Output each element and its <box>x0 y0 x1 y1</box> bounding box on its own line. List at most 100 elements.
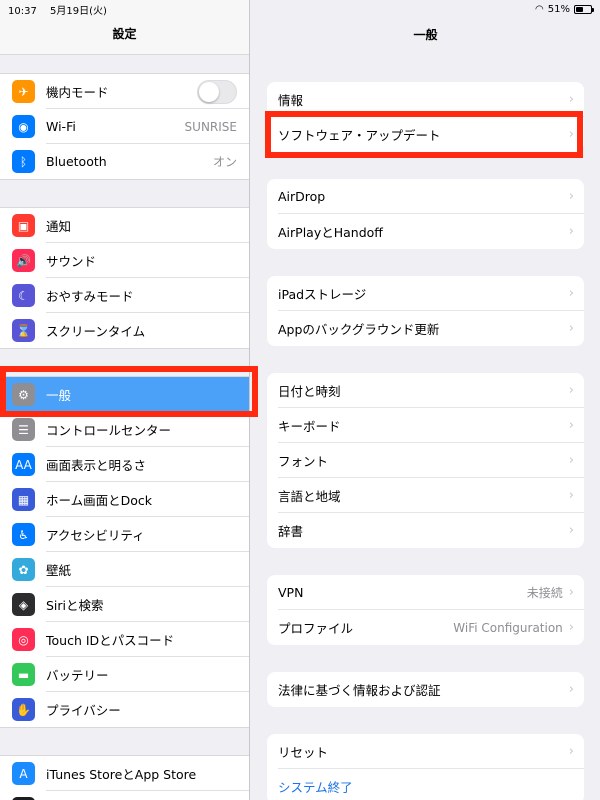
chevron-right-icon: › <box>568 92 574 107</box>
wifi-icon: ◉ <box>12 115 35 138</box>
sidebar-item-label: ホーム画面とDock <box>46 493 153 508</box>
settings-card: リセット › システム終了 <box>267 734 584 800</box>
settings-row[interactable]: 日付と時刻 › <box>267 373 584 408</box>
settings-row[interactable]: 法律に基づく情報および認証 › <box>267 672 584 707</box>
settings-card: 日付と時刻 › キーボード › フォント › 言語と地域 › 辞書 › <box>267 373 584 548</box>
chevron-right-icon: › <box>568 682 574 697</box>
sidebar-item[interactable]: ⚙ 一般 <box>0 377 249 412</box>
sidebar-item[interactable]: AiTunes StoreとApp Store <box>0 756 249 791</box>
chevron-right-icon: › <box>568 286 574 301</box>
battery-status-icon <box>574 4 594 14</box>
settings-row[interactable]: AirDrop › <box>267 179 584 214</box>
settings-row-label: システム終了 <box>278 780 353 795</box>
chevron-right-icon: › <box>568 620 574 635</box>
sidebar-item[interactable]: 🔊 サウンド <box>0 243 249 278</box>
sidebar-item-label: 機内モード <box>46 85 109 100</box>
sound-icon: 🔊 <box>12 249 35 272</box>
settings-card: 法律に基づく情報および認証 › <box>267 672 584 707</box>
settings-row-label: 言語と地域 <box>278 489 341 504</box>
settings-row[interactable]: ソフトウェア・アップデート › <box>267 117 584 152</box>
airplane-mode-toggle[interactable] <box>197 79 237 104</box>
sidebar-item-label: プライバシー <box>46 703 121 718</box>
sidebar-group: ✈ 機内モード ◉ Wi-Fi SUNRISE ᛒ Bluetooth オン <box>0 73 249 180</box>
sidebar-item-value: オン <box>212 155 237 169</box>
settings-row-label: リセット <box>278 745 329 760</box>
settings-row[interactable]: プロファイル WiFi Configuration › <box>267 610 584 645</box>
toggle-knob <box>199 81 219 102</box>
sidebar-item[interactable]: ☰ コントロールセンター <box>0 412 249 447</box>
general-pane: 一般 情報 › ソフトウェア・アップデート › AirDrop › AirPlayとHand… <box>251 0 600 800</box>
sidebar-group: ⚙ 一般 ☰ コントロールセンター AA 画面表示と明るさ ▦ ホーム画面とDock ♿ アクセシ… <box>0 376 249 728</box>
settings-row[interactable]: 情報 › <box>267 82 584 117</box>
sidebar-item-partial[interactable] <box>0 791 249 800</box>
sidebar-item[interactable]: ☾ おやすみモード <box>0 278 249 313</box>
settings-row-label: 日付と時刻 <box>278 384 341 399</box>
moon-icon: ☾ <box>12 284 35 307</box>
sidebar-item[interactable]: ▬ バッテリー <box>0 657 249 692</box>
chevron-right-icon: › <box>568 321 574 336</box>
chevron-right-icon: › <box>568 453 574 468</box>
sidebar-item[interactable]: ⌛ スクリーンタイム <box>0 313 249 348</box>
accessibility-icon: ♿ <box>12 523 35 546</box>
display-icon: AA <box>12 453 35 476</box>
settings-row[interactable]: リセット › <box>267 734 584 769</box>
sidebar-item[interactable]: ✿ 壁紙 <box>0 552 249 587</box>
settings-row-label: 法律に基づく情報および認証 <box>278 683 441 698</box>
sidebar-item-label: Touch IDとパスコード <box>46 633 175 648</box>
sidebar-item[interactable]: ◈ Siriと検索 <box>0 587 249 622</box>
sidebar-group: AiTunes StoreとApp Store <box>0 755 249 800</box>
sidebar-item[interactable]: ᛒ Bluetooth オン <box>0 144 249 179</box>
appstore-icon: A <box>12 762 35 785</box>
settings-row[interactable]: AirPlayとHandoff › <box>267 214 584 249</box>
bluetooth-icon: ᛒ <box>12 150 35 173</box>
airplane-icon: ✈ <box>12 80 35 103</box>
chevron-right-icon: › <box>568 585 574 600</box>
sidebar-item[interactable]: ✋ プライバシー <box>0 692 249 727</box>
sidebar-item-label: 壁紙 <box>46 563 72 578</box>
chevron-right-icon: › <box>568 488 574 503</box>
sidebar-item-label: コントロールセンター <box>46 423 172 438</box>
sidebar-item-label: スクリーンタイム <box>46 324 146 339</box>
siri-icon: ◈ <box>12 593 35 616</box>
chevron-right-icon: › <box>568 383 574 398</box>
sidebar-item[interactable]: AA 画面表示と明るさ <box>0 447 249 482</box>
sidebar-item[interactable]: ▦ ホーム画面とDock <box>0 482 249 517</box>
sidebar-item-label: Siriと検索 <box>46 598 104 613</box>
settings-row[interactable]: 言語と地域 › <box>267 478 584 513</box>
sidebar-item-label: 一般 <box>46 388 72 403</box>
chevron-right-icon: › <box>568 127 574 142</box>
wifi-status-icon: ◠ <box>535 3 544 15</box>
settings-row[interactable]: 辞書 › <box>267 513 584 548</box>
settings-card: iPadストレージ › Appのバックグラウンド更新 › <box>267 276 584 346</box>
status-time: 10:37 <box>8 5 37 17</box>
status-bar: 10:37 5月19日(火) ◠ 51% <box>0 0 600 18</box>
settings-row[interactable]: フォント › <box>267 443 584 478</box>
sidebar-item-label: サウンド <box>46 254 97 269</box>
settings-row[interactable]: iPadストレージ › <box>267 276 584 311</box>
settings-card: 情報 › ソフトウェア・アップデート › <box>267 82 584 152</box>
settings-row[interactable]: VPN 未接続 › <box>267 575 584 610</box>
sidebar-item-label: Bluetooth <box>46 154 107 169</box>
settings-card: AirDrop › AirPlayとHandoff › <box>267 179 584 249</box>
sidebar-item[interactable]: ✈ 機内モード <box>0 74 249 109</box>
settings-row[interactable]: システム終了 <box>267 769 584 800</box>
settings-row[interactable]: Appのバックグラウンド更新 › <box>267 311 584 346</box>
sidebar-item-value: SUNRISE <box>184 119 237 134</box>
sidebar-item-label: おやすみモード <box>46 289 134 304</box>
settings-row[interactable]: キーボード › <box>267 408 584 443</box>
gear-icon: ⚙ <box>12 383 35 406</box>
sidebar-item-label: バッテリー <box>46 668 109 683</box>
chevron-right-icon: › <box>568 418 574 433</box>
sidebar-item[interactable]: ▣ 通知 <box>0 208 249 243</box>
sidebar-item[interactable]: ♿ アクセシビリティ <box>0 517 249 552</box>
sidebar-item-label: iTunes StoreとApp Store <box>46 767 197 782</box>
sidebar-item[interactable]: ◎ Touch IDとパスコード <box>0 622 249 657</box>
sidebar-item[interactable]: ◉ Wi-Fi SUNRISE <box>0 109 249 144</box>
